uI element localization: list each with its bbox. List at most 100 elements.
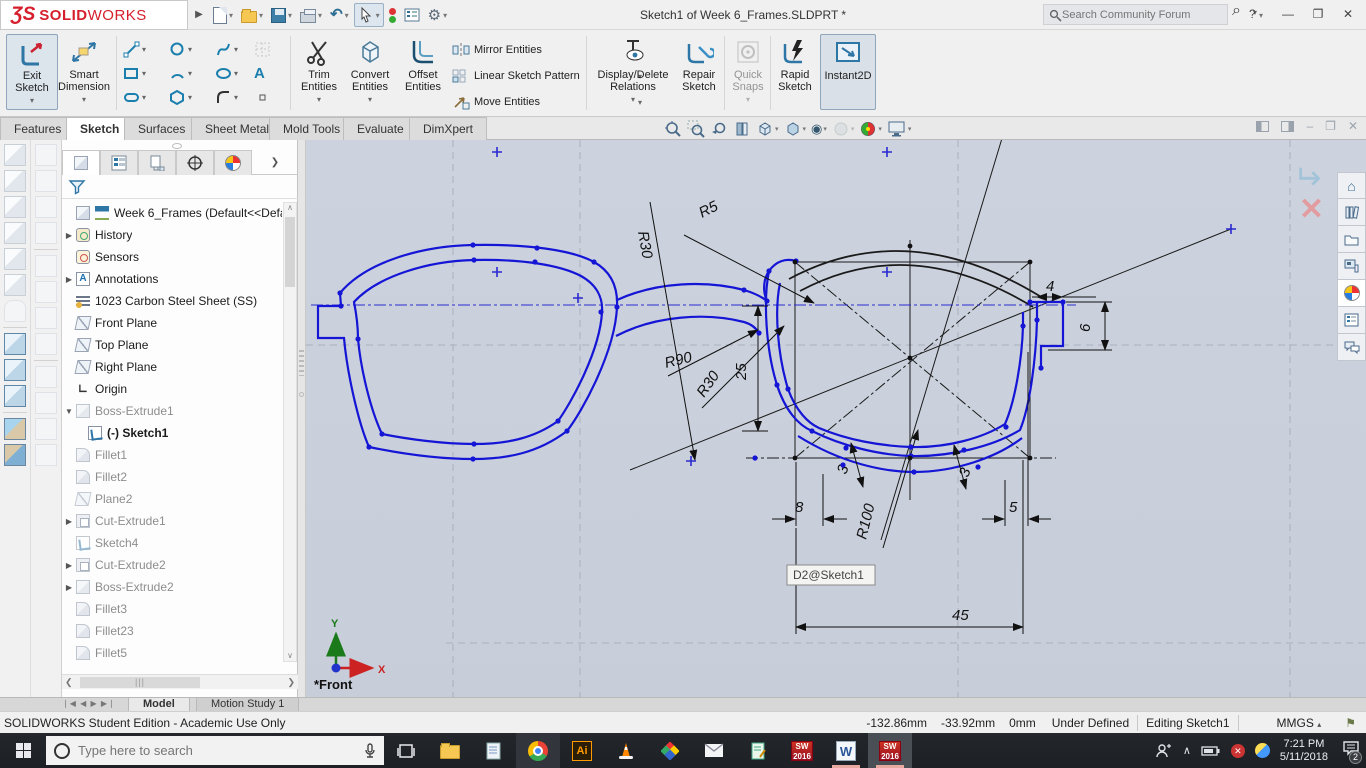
tab-propertymanager[interactable] (100, 150, 138, 175)
scroll-right-icon[interactable]: ❯ (287, 677, 295, 688)
scroll-left-icon[interactable]: ❮ (65, 677, 73, 688)
align-left-tool-icon[interactable] (35, 366, 57, 388)
pattern-tool-icon[interactable] (35, 170, 57, 192)
arc-tool[interactable]: ▾ (167, 62, 201, 84)
tree-item-fillet1[interactable]: Fillet1 (95, 448, 127, 462)
taskpane-custom-properties-button[interactable] (1337, 307, 1366, 334)
select-group-tool-icon[interactable] (35, 255, 57, 277)
new-button[interactable]: ▾ (210, 3, 236, 27)
cube-tool-icon[interactable] (4, 144, 26, 166)
notepad-app-button[interactable] (472, 733, 516, 768)
tree-item-top-plane[interactable]: Top Plane (95, 338, 148, 352)
mirror-tool-icon[interactable] (35, 196, 57, 218)
tree-item-cut-extrude2[interactable]: Cut-Extrude2 (95, 558, 166, 572)
tab-configurationmanager[interactable] (138, 150, 176, 175)
project-doc-button[interactable] (736, 733, 780, 768)
tab-model[interactable]: Model (128, 698, 190, 712)
file-properties-button[interactable] (401, 3, 423, 27)
tag-icon[interactable]: ⚑ (1345, 716, 1356, 730)
help-button[interactable]: ? ▾ (1242, 0, 1270, 29)
apply-scene-button[interactable]: ▾ (859, 120, 882, 138)
chrome-button[interactable] (516, 733, 560, 768)
cube-tool-icon[interactable] (4, 274, 26, 296)
tree-scrollbar-thumb[interactable] (285, 217, 295, 287)
quick-snaps-button[interactable]: Quick Snaps ▾ (727, 34, 769, 110)
section-view-button[interactable] (733, 120, 751, 138)
minimize-button[interactable]: — (1274, 0, 1302, 29)
tree-item-front-plane[interactable]: Front Plane (95, 316, 157, 330)
expand-arrow-icon[interactable]: ▶ (62, 561, 76, 570)
exit-sketch-button[interactable]: Exit Sketch ▾ (6, 34, 58, 110)
polygon-tool[interactable]: ▾ (167, 86, 201, 108)
pane-minimize-icon[interactable]: – (1306, 119, 1313, 133)
tab-features[interactable]: Features (0, 117, 76, 140)
arrow-tool-icon[interactable] (35, 333, 57, 355)
line-tool[interactable]: ▾ (121, 38, 155, 60)
save-button[interactable]: ▾ (268, 3, 295, 27)
pane-restore-icon[interactable]: ❐ (1325, 119, 1336, 133)
smart-dimension-button[interactable]: Smart Dimension ▾ (58, 34, 110, 110)
tree-filter-row[interactable] (62, 175, 298, 199)
tree-item-fillet23[interactable]: Fillet23 (95, 624, 134, 638)
start-button[interactable] (0, 733, 46, 768)
word-button[interactable]: W (824, 733, 868, 768)
rebuild-button[interactable] (386, 3, 399, 27)
snap-tool-icon[interactable] (35, 307, 57, 329)
trim-entities-button[interactable]: Trim Entities ▾ (296, 34, 342, 110)
align-right-tool-icon[interactable] (35, 392, 57, 414)
menu-expand-icon[interactable]: ▶ (192, 4, 206, 26)
taskpane-file-explorer-button[interactable] (1337, 226, 1366, 253)
vlc-button[interactable] (604, 733, 648, 768)
tab-dimxpertmanager[interactable] (176, 150, 214, 175)
circle-tool[interactable]: ▾ (167, 38, 201, 60)
cancel-sketch-icon[interactable]: ✕ (1299, 192, 1324, 227)
open-button[interactable]: ▾ (238, 3, 266, 27)
close-button[interactable]: ✕ (1334, 0, 1362, 29)
search-magnifier-icon[interactable]: ⌕ (1232, 2, 1241, 20)
tree-item-plane2[interactable]: Plane2 (95, 492, 132, 506)
sketch-fillet-tool[interactable]: ▾ (213, 86, 247, 108)
edit-appearance-button[interactable]: ▾ (832, 120, 854, 138)
point-tool[interactable] (252, 86, 286, 108)
sketch-repair-tool-icon[interactable] (4, 359, 26, 381)
splitter-grip[interactable] (299, 350, 304, 376)
text-tool[interactable]: A (252, 62, 286, 84)
rectangle-tool[interactable]: ▾ (121, 62, 155, 84)
tab-dimxpert[interactable]: DimXpert (409, 117, 488, 140)
view-orientation-button[interactable]: ▾ (756, 120, 779, 138)
tree-item-boss-extrude2[interactable]: Boss-Extrude2 (95, 580, 174, 594)
rapid-sketch-button[interactable]: Rapid Sketch (773, 34, 817, 110)
panel-grip[interactable] (172, 143, 182, 149)
tree-item-fillet2[interactable]: Fillet2 (95, 470, 127, 484)
tree-item-sketch1[interactable]: (-) Sketch1 (107, 426, 168, 440)
fm-tabs-overflow[interactable]: ❯ (252, 150, 298, 174)
tray-clock[interactable]: 7:21 PM 5/11/2018 (1280, 738, 1328, 764)
dimensions[interactable] (649, 201, 1112, 634)
taskpane-home-button[interactable]: ⌂ (1337, 172, 1366, 199)
select-group-tool-icon[interactable] (35, 281, 57, 303)
tree-scrollbar[interactable]: ∧ ∨ (283, 202, 297, 662)
solidworks-2016-button[interactable]: SW 2016 (780, 733, 824, 768)
construction-geometry[interactable] (629, 124, 1232, 541)
dim-tool-icon[interactable] (35, 144, 57, 166)
expand-arrow-icon[interactable]: ▶ (62, 275, 76, 284)
cube-tool-icon[interactable] (4, 248, 26, 270)
tree-item-fillet5[interactable]: Fillet5 (95, 646, 127, 660)
print-button[interactable]: ▾ (297, 3, 325, 27)
tree-item-material[interactable]: 1023 Carbon Steel Sheet (SS) (95, 294, 257, 308)
tree-item-annotations[interactable]: Annotations (95, 272, 158, 286)
options-button[interactable]: ⚙ ▾ (425, 3, 450, 27)
expand-arrow-icon[interactable]: ▶ (62, 231, 76, 240)
tab-featuremanager-tree[interactable] (62, 150, 100, 175)
panel-splitter[interactable] (298, 140, 306, 697)
cut-extrude-tool-icon[interactable] (4, 444, 26, 466)
sketch-picture-tool-icon[interactable] (4, 385, 26, 407)
tree-item-sensors[interactable]: Sensors (95, 250, 139, 264)
taskpane-forum-button[interactable] (1337, 334, 1366, 361)
tab-scroll-arrows[interactable]: ❘◀ ◀ ▶ ▶❘ (62, 699, 116, 708)
previous-view-button[interactable] (710, 120, 728, 138)
instant2d-button[interactable]: Instant2D (820, 34, 876, 110)
split-pane-left-icon[interactable] (1256, 120, 1270, 132)
taskbar-search-input[interactable] (78, 743, 318, 758)
cube-tool-icon[interactable] (4, 170, 26, 192)
